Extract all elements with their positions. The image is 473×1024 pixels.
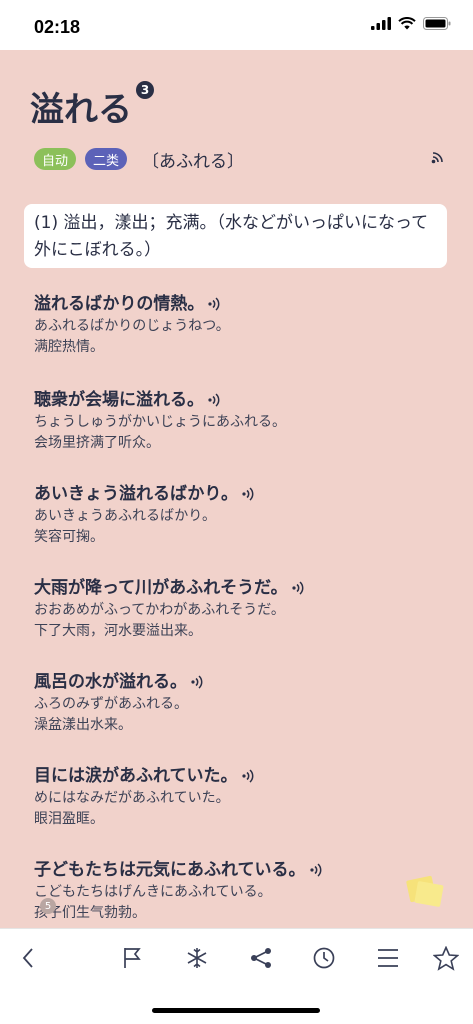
- share-button[interactable]: [246, 943, 276, 973]
- snowflake-icon: [187, 948, 207, 968]
- history-icon: [313, 947, 335, 969]
- example-translation: 满腔热情。: [34, 339, 104, 355]
- example-translation: 孩子们生气勃勃。: [34, 905, 146, 921]
- example-item[interactable]: 子どもたちは元気にあふれている。 こどもたちはげんきにあふれている。 孩子们生气…: [34, 858, 454, 924]
- example-japanese: 聴衆が会場に溢れる。: [34, 390, 204, 410]
- speaker-icon[interactable]: [208, 393, 222, 407]
- battery-icon: [423, 17, 451, 30]
- share-icon: [251, 948, 271, 968]
- example-item[interactable]: 目には涙があふれていた。 めにはなみだがあふれていた。 眼泪盈眶。: [34, 764, 454, 830]
- speaker-icon[interactable]: [292, 581, 306, 595]
- wifi-icon: [398, 17, 416, 30]
- example-translation: 笑容可掬。: [34, 529, 104, 545]
- status-time: 02:18: [34, 17, 81, 37]
- example-item[interactable]: 大雨が降って川があふれそうだ。 おおあめがふってかわがあふれそうだ。 下了大雨，…: [34, 576, 454, 642]
- example-kana: こどもたちはげんきにあふれている。: [34, 884, 272, 900]
- example-japanese: 風呂の水が溢れる。: [34, 672, 187, 692]
- dictionary-entry[interactable]: 溢れる 3 自动 二类 〔あふれる〕 (1) 溢出，漾出；充满。（水などがいっぱ…: [0, 50, 473, 928]
- speaker-icon[interactable]: [242, 487, 256, 501]
- speaker-icon[interactable]: [309, 863, 324, 877]
- example-japanese: 子どもたちは元気にあふれている。: [34, 860, 306, 880]
- example-translation: 会场里挤满了听众。: [34, 435, 160, 451]
- example-translation: 眼泪盈眶。: [34, 811, 104, 827]
- example-kana: あいきょうあふれるばかり。: [34, 508, 216, 524]
- reading: 〔あふれる〕: [142, 151, 245, 172]
- menu-button[interactable]: [373, 943, 403, 973]
- definition-card[interactable]: (1) 溢出，漾出；充满。（水などがいっぱいになって外にこぼれる。）: [24, 204, 447, 268]
- example-translation: 澡盆漾出水来。: [34, 717, 132, 733]
- sticky-note-icon[interactable]: [404, 874, 446, 908]
- example-japanese: 目には涙があふれていた。: [34, 766, 238, 786]
- back-icon: [22, 948, 33, 968]
- page-count-badge: 5: [40, 898, 56, 914]
- bottom-toolbar: [0, 928, 473, 992]
- example-kana: あふれるばかりのじょうねつ。: [34, 318, 230, 334]
- example-translation: 下了大雨，河水要溢出来。: [34, 623, 202, 639]
- word-title: 溢れる: [30, 90, 132, 130]
- speaker-icon[interactable]: [241, 769, 256, 783]
- status-bar: 02:18: [0, 0, 473, 50]
- audio-wave-icon[interactable]: [431, 150, 445, 164]
- home-indicator: [152, 1008, 320, 1013]
- example-kana: ふろのみずがあふれる。: [34, 696, 188, 712]
- snowflake-button[interactable]: [182, 943, 212, 973]
- favorite-button[interactable]: [431, 943, 461, 973]
- example-item[interactable]: 風呂の水が溢れる。 ふろのみずがあふれる。 澡盆漾出水来。: [34, 670, 454, 736]
- definition-count-badge: 3: [136, 81, 154, 99]
- tag-verb-class: 二类: [85, 148, 128, 170]
- status-icons: [371, 17, 451, 30]
- example-japanese: 大雨が降って川があふれそうだ。: [34, 578, 288, 598]
- history-button[interactable]: [309, 943, 339, 973]
- example-item[interactable]: あいきょう溢れるばかり。 あいきょうあふれるばかり。 笑容可掬。: [34, 482, 454, 548]
- example-item[interactable]: 聴衆が会場に溢れる。 ちょうしゅうがかいじょうにあふれる。 会场里挤满了听众。: [34, 388, 454, 454]
- example-japanese: あいきょう溢れるばかり。: [34, 484, 238, 504]
- star-icon: [433, 945, 459, 971]
- tag-row: 自动 二类 〔あふれる〕: [34, 148, 245, 172]
- signal-icon: [371, 17, 391, 30]
- example-item[interactable]: 溢れるばかりの情熱。 あふれるばかりのじょうねつ。 满腔热情。: [34, 292, 454, 358]
- back-button[interactable]: [13, 943, 43, 973]
- menu-icon: [378, 949, 398, 967]
- speaker-icon[interactable]: [208, 297, 222, 311]
- example-kana: おおあめがふってかわがあふれそうだ。: [34, 602, 285, 618]
- example-kana: ちょうしゅうがかいじょうにあふれる。: [34, 414, 286, 430]
- speaker-icon[interactable]: [191, 675, 205, 689]
- example-japanese: 溢れるばかりの情熱。: [34, 294, 205, 314]
- flag-icon: [124, 948, 141, 968]
- flag-button[interactable]: [117, 943, 147, 973]
- tag-intransitive: 自动: [34, 148, 77, 170]
- example-kana: めにはなみだがあふれていた。: [34, 790, 230, 806]
